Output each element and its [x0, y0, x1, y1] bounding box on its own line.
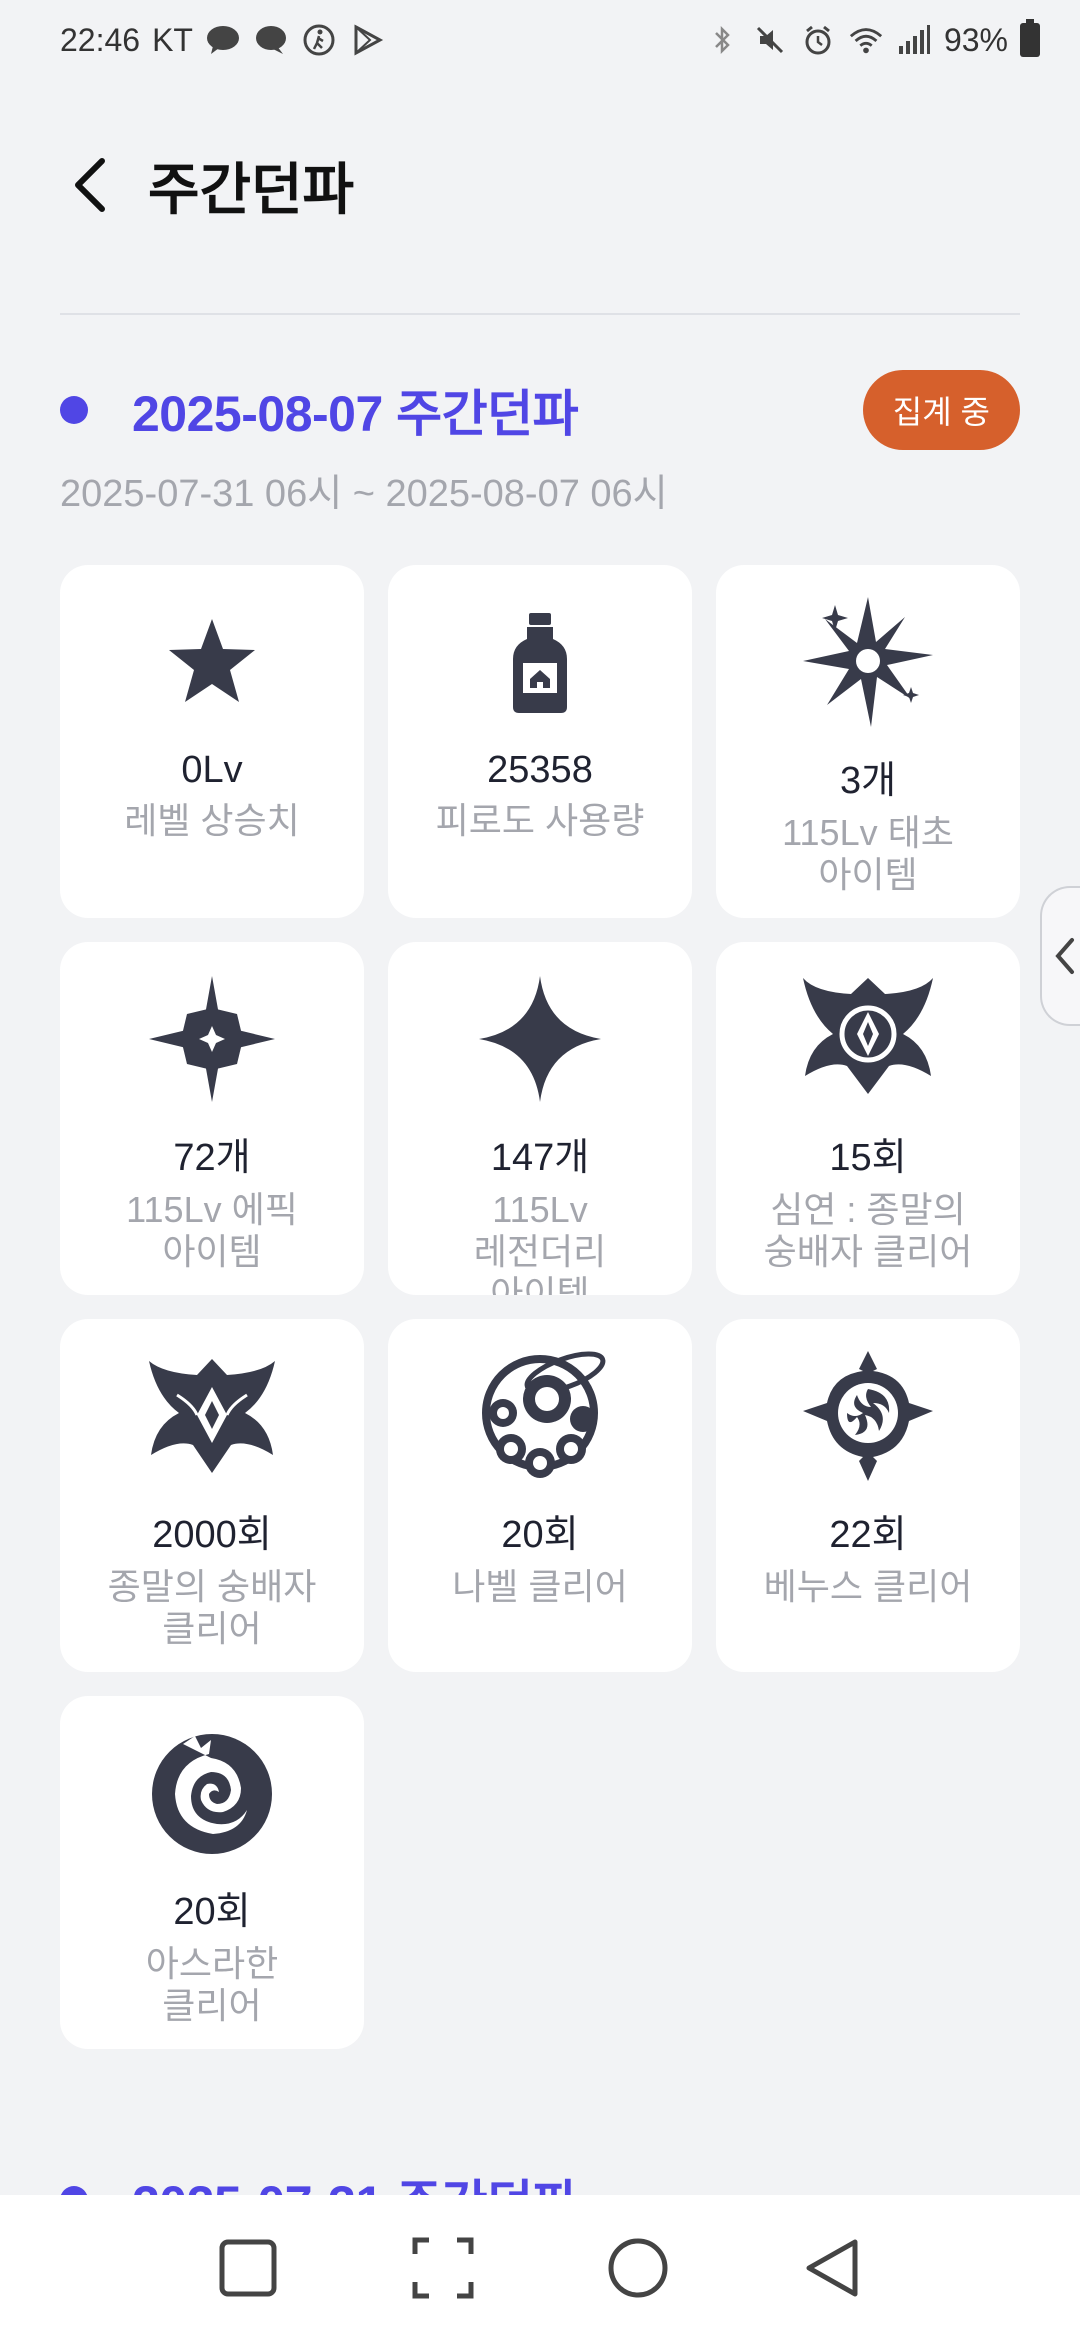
- home-icon: [608, 2238, 667, 2297]
- status-right: 93%: [704, 19, 1040, 59]
- screenshot-button[interactable]: [388, 2213, 498, 2323]
- chevron-left-icon: [75, 158, 105, 212]
- stats-grid: 0Lv 레벨 상승치 25358 피로도 사용량 3개 115Lv 태초 아이템…: [60, 565, 1020, 2049]
- stat-value: 147개: [490, 1137, 590, 1179]
- section-dot: [60, 396, 88, 424]
- stat-label: 종말의 숭배자 클리어: [107, 1566, 317, 1649]
- stat-value: 20회: [173, 1891, 251, 1933]
- date-range: 2025-07-31 06시 ~ 2025-08-07 06시: [60, 473, 668, 515]
- stat-card-worshipper[interactable]: 2000회 종말의 숭배자 클리어: [60, 1319, 364, 1672]
- status-carrier: KT: [152, 21, 193, 58]
- stat-label: 베누스 클리어: [763, 1566, 973, 1607]
- battery-icon: [1020, 19, 1040, 57]
- stat-card-primordial[interactable]: 3개 115Lv 태초 아이템: [716, 565, 1020, 918]
- star-icon: [137, 587, 287, 737]
- stat-card-epic[interactable]: 72개 115Lv 에픽 아이템: [60, 942, 364, 1295]
- stat-value: 22회: [829, 1514, 907, 1556]
- stat-card-fatigue[interactable]: 25358 피로도 사용량: [388, 565, 692, 918]
- status-badge[interactable]: 집계 중: [862, 370, 1020, 450]
- page-title: 주간던파: [148, 157, 355, 221]
- nabel-emblem-icon: [465, 1341, 615, 1491]
- mute-icon: [752, 22, 788, 58]
- stat-card-level[interactable]: 0Lv 레벨 상승치: [60, 565, 364, 918]
- legendary-sparkle-icon: [465, 964, 615, 1114]
- back-icon: [806, 2239, 857, 2296]
- stat-card-nabel[interactable]: 20회 나벨 클리어: [388, 1319, 692, 1672]
- section-title: 2025-08-07 주간던파: [132, 386, 579, 442]
- screenshot-icon: [412, 2237, 473, 2298]
- back-nav-button[interactable]: [778, 2213, 888, 2323]
- stat-label: 115Lv 태초 아이템: [782, 812, 954, 895]
- status-left: 22:46 KT: [60, 22, 385, 59]
- play-store-icon: [349, 22, 385, 58]
- asrahan-emblem-icon: [137, 1718, 287, 1868]
- walk-icon: [301, 22, 337, 58]
- back-button[interactable]: [60, 145, 120, 225]
- stat-value: 25358: [487, 749, 593, 791]
- talk-icon: [205, 22, 241, 58]
- venus-emblem-icon: [793, 1341, 943, 1491]
- stat-card-venus[interactable]: 22회 베누스 클리어: [716, 1319, 1020, 1672]
- abyss-worshipper-emblem-icon: [793, 964, 943, 1114]
- status-bar: 22:46 KT 93%: [0, 0, 1080, 80]
- bluetooth-icon: [704, 22, 740, 58]
- alarm-icon: [800, 22, 836, 58]
- epic-sparkle-icon: [137, 964, 287, 1114]
- stat-value: 20회: [501, 1514, 579, 1556]
- recent-apps-button[interactable]: [193, 2213, 303, 2323]
- status-time: 22:46: [60, 21, 141, 58]
- section-header: 2025-08-07 주간던파 집계 중: [60, 370, 1020, 450]
- stat-card-abyss-worshipper[interactable]: 15회 심연 : 종말의 숭배자 클리어: [716, 942, 1020, 1295]
- battery-percent: 93%: [943, 21, 1008, 58]
- stat-value: 3개: [839, 760, 897, 802]
- wifi-icon: [848, 22, 884, 58]
- header: 주간던파: [0, 120, 1080, 250]
- stat-label: 115Lv 레전더리 아이템: [473, 1189, 607, 1295]
- primordial-burst-icon: [793, 587, 943, 737]
- edge-panel-handle[interactable]: [1040, 886, 1080, 1026]
- chevron-left-icon: [1055, 938, 1074, 974]
- stat-value: 0Lv: [181, 749, 243, 791]
- stat-label: 나벨 클리어: [452, 1566, 628, 1607]
- stat-card-legendary[interactable]: 147개 115Lv 레전더리 아이템: [388, 942, 692, 1295]
- stat-label: 피로도 사용량: [435, 800, 645, 841]
- stat-value: 2000회: [152, 1514, 272, 1556]
- stat-label: 아스라한 클리어: [145, 1943, 279, 2026]
- stat-value: 15회: [829, 1137, 907, 1179]
- chat-bubble-icon: [253, 22, 289, 58]
- stat-label: 심연 : 종말의 숭배자 클리어: [763, 1189, 973, 1272]
- stat-label: 115Lv 에픽 아이템: [126, 1189, 298, 1272]
- potion-bottle-icon: [465, 587, 615, 737]
- recent-apps-icon: [219, 2239, 276, 2296]
- worshipper-emblem-icon: [137, 1341, 287, 1491]
- stat-value: 72개: [173, 1137, 251, 1179]
- home-button[interactable]: [583, 2213, 693, 2323]
- signal-icon: [896, 22, 932, 58]
- navigation-bar: [0, 2195, 1080, 2340]
- stat-card-asrahan[interactable]: 20회 아스라한 클리어: [60, 1696, 364, 2049]
- header-divider: [60, 313, 1020, 315]
- stat-label: 레벨 상승치: [124, 800, 300, 841]
